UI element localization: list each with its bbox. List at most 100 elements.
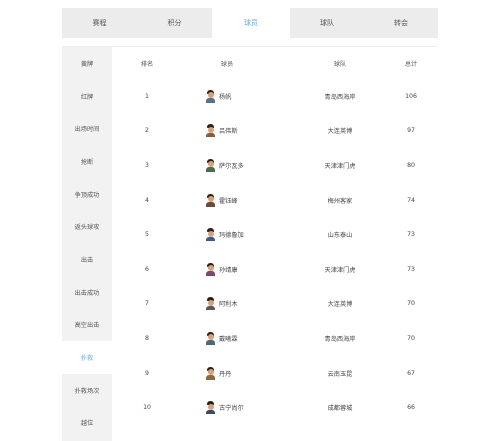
player-name[interactable]: 孙靖康 xyxy=(219,265,238,274)
rank-cell: 10 xyxy=(143,404,151,412)
total-cell: 73 xyxy=(407,231,415,239)
team-cell[interactable]: 大连英博 xyxy=(300,114,380,149)
top-tab-group-left: 赛程 积分 xyxy=(62,8,212,38)
table-row[interactable]: 8 戴曦霖 青岛西海岸 70 xyxy=(112,321,438,356)
player-name[interactable]: 阿利木 xyxy=(219,299,238,308)
rank-cell: 9 xyxy=(145,369,149,377)
sidebar-item-red-cards[interactable]: 红牌 xyxy=(62,80,112,113)
total-cell: 74 xyxy=(407,196,415,204)
table-row[interactable]: 2 吕伟斯 大连英博 97 xyxy=(112,114,438,149)
top-tab-group-right: 球队 转会 xyxy=(290,8,438,38)
player-name[interactable]: 戴曦霖 xyxy=(219,334,238,343)
player-name[interactable]: 吕伟斯 xyxy=(219,126,238,135)
team-cell[interactable]: 大连英博 xyxy=(300,287,380,322)
player-avatar xyxy=(206,124,215,138)
player-cell[interactable]: 杨帆 xyxy=(206,79,296,114)
player-avatar xyxy=(206,228,215,242)
table-row[interactable]: 4 霍钰峰 梅州客家 74 xyxy=(112,183,438,218)
tab-teams[interactable]: 球队 xyxy=(320,18,334,28)
tab-schedule[interactable]: 赛程 xyxy=(93,18,107,28)
rank-cell: 6 xyxy=(145,265,149,273)
top-tab-group-active: 球员 xyxy=(212,8,290,38)
sidebar-item-high-claims[interactable]: 高空出击 xyxy=(62,309,112,342)
team-cell[interactable]: 天津津门虎 xyxy=(300,252,380,287)
stats-panel: 黄牌 红牌 出场时间 抢断 争顶成功 返头球攻 出击 出击成功 高空出击 扑救 … xyxy=(62,46,438,441)
rank-cell: 8 xyxy=(145,334,149,342)
sidebar-item-headers[interactable]: 返头球攻 xyxy=(62,210,112,243)
player-avatar xyxy=(206,158,215,172)
total-cell: 66 xyxy=(407,404,415,412)
team-cell[interactable]: 青岛西海岸 xyxy=(300,79,380,114)
rank-cell: 5 xyxy=(145,231,149,239)
column-header-team: 球队 xyxy=(333,60,347,68)
total-cell: 97 xyxy=(407,127,415,135)
player-avatar xyxy=(206,193,215,207)
player-avatar xyxy=(206,262,215,276)
player-cell[interactable]: 戴曦霖 xyxy=(206,321,296,356)
column-header-player: 球员 xyxy=(220,60,234,68)
player-avatar xyxy=(206,401,215,415)
player-name[interactable]: 古宁尚尔 xyxy=(219,403,244,412)
total-cell: 67 xyxy=(407,369,415,377)
player-name[interactable]: 玛德魯加 xyxy=(219,230,244,239)
player-cell[interactable]: 霍钰峰 xyxy=(206,183,296,218)
player-avatar xyxy=(206,366,215,380)
table-row[interactable]: 9 丹丹 云南玉昆 67 xyxy=(112,356,438,391)
sidebar-item-minutes-played[interactable]: 出场时间 xyxy=(62,112,112,145)
player-cell[interactable]: 萨尔瓦多 xyxy=(206,148,296,183)
rank-cell: 7 xyxy=(145,300,149,308)
top-tab-bar: 赛程 积分 球员 球队 转会 xyxy=(62,8,438,38)
table-body: 1 杨帆 青岛西海岸 106 2 吕伟斯 大连英博 97 3 萨尔瓦多 天津津门虎 80 4 霍钰峰 梅州客… xyxy=(112,79,438,425)
total-cell: 70 xyxy=(407,300,415,308)
player-cell[interactable]: 丹丹 xyxy=(206,356,296,391)
player-avatar xyxy=(206,89,215,103)
team-cell[interactable]: 云南玉昆 xyxy=(300,356,380,391)
column-header-rank: 排名 xyxy=(140,60,154,68)
player-name[interactable]: 霍钰峰 xyxy=(219,196,238,205)
sidebar-item-yellow-cards[interactable]: 黄牌 xyxy=(62,47,112,80)
table-row[interactable]: 3 萨尔瓦多 天津津门虎 80 xyxy=(112,148,438,183)
sidebar-item-keeper-sweeps[interactable]: 出击 xyxy=(62,243,112,276)
table-row[interactable]: 7 阿利木 大连英博 70 xyxy=(112,287,438,322)
total-cell: 80 xyxy=(407,161,415,169)
table-row[interactable]: 1 杨帆 青岛西海岸 106 xyxy=(112,79,438,114)
table-header: 排名 球员 球队 总计 xyxy=(112,47,438,79)
team-cell[interactable]: 梅州客家 xyxy=(300,183,380,218)
total-cell: 73 xyxy=(407,265,415,273)
rank-cell: 4 xyxy=(145,196,149,204)
team-cell[interactable]: 成都蓉城 xyxy=(300,390,380,425)
table-row[interactable]: 5 玛德魯加 山东泰山 73 xyxy=(112,217,438,252)
tab-players[interactable]: 球员 xyxy=(244,18,258,28)
player-name[interactable]: 杨帆 xyxy=(219,92,231,101)
player-cell[interactable]: 阿利木 xyxy=(206,287,296,322)
table-row[interactable]: 6 孙靖康 天津津门虎 73 xyxy=(112,252,438,287)
rank-cell: 2 xyxy=(145,127,149,135)
player-name[interactable]: 萨尔瓦多 xyxy=(219,161,244,170)
sidebar-item-offsides[interactable]: 越位 xyxy=(62,407,112,440)
sidebar-item-tackles[interactable]: 抢断 xyxy=(62,145,112,178)
rank-cell: 1 xyxy=(145,92,149,100)
stat-category-sidebar: 黄牌 红牌 出场时间 抢断 争顶成功 返头球攻 出击 出击成功 高空出击 扑救 … xyxy=(62,47,112,441)
player-cell[interactable]: 古宁尚尔 xyxy=(206,390,296,425)
player-avatar xyxy=(206,331,215,345)
total-cell: 106 xyxy=(405,92,417,100)
player-cell[interactable]: 孙靖康 xyxy=(206,252,296,287)
team-cell[interactable]: 青岛西海岸 xyxy=(300,321,380,356)
tab-transfers[interactable]: 转会 xyxy=(394,18,408,28)
player-cell[interactable]: 吕伟斯 xyxy=(206,114,296,149)
player-name[interactable]: 丹丹 xyxy=(219,369,231,378)
sidebar-item-save-matches[interactable]: 扑救场次 xyxy=(62,374,112,407)
tab-standings[interactable]: 积分 xyxy=(168,18,182,28)
sidebar-item-successful-sweeps[interactable]: 出击成功 xyxy=(62,276,112,309)
team-cell[interactable]: 山东泰山 xyxy=(300,217,380,252)
table-row[interactable]: 10 古宁尚尔 成都蓉城 66 xyxy=(112,390,438,425)
player-stats-table: 排名 球员 球队 总计 1 杨帆 青岛西海岸 106 2 吕伟斯 大连英博 97 3 萨尔瓦多 天津… xyxy=(112,47,438,441)
team-cell[interactable]: 天津津门虎 xyxy=(300,148,380,183)
player-avatar xyxy=(206,297,215,311)
total-cell: 70 xyxy=(407,334,415,342)
sidebar-item-saves[interactable]: 扑救 xyxy=(62,341,112,374)
sidebar-item-aerial-duels-won[interactable]: 争顶成功 xyxy=(62,178,112,211)
player-cell[interactable]: 玛德魯加 xyxy=(206,217,296,252)
rank-cell: 3 xyxy=(145,161,149,169)
column-header-total: 总计 xyxy=(404,60,418,68)
